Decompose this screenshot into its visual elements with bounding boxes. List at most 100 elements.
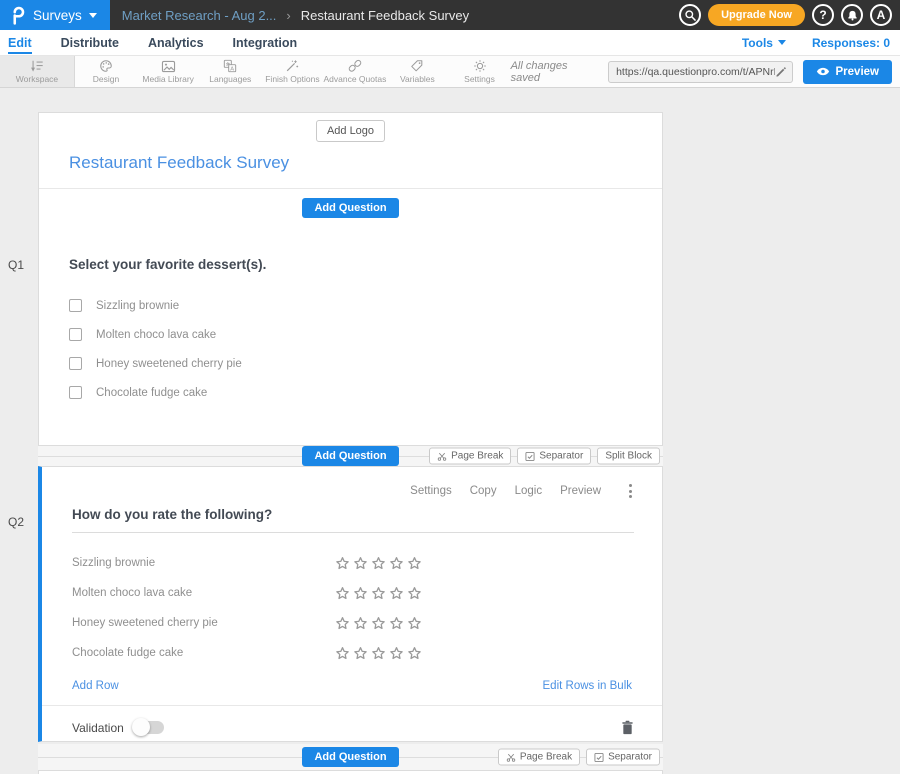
checkbox[interactable]: [69, 328, 82, 341]
star-icon[interactable]: [335, 556, 350, 571]
question-text-q1[interactable]: Select your favorite dessert(s).: [69, 257, 662, 272]
star-icon[interactable]: [335, 646, 350, 661]
survey-url-input[interactable]: [616, 66, 774, 78]
star-icon[interactable]: [371, 556, 386, 571]
toolbar-item-design[interactable]: Design: [75, 56, 137, 87]
star-icon[interactable]: [353, 616, 368, 631]
breadcrumb-folder[interactable]: Market Research - Aug 2...: [122, 8, 277, 23]
tag-icon: [410, 59, 424, 73]
row-label[interactable]: Honey sweetened cherry pie: [72, 617, 335, 629]
star-icon[interactable]: [407, 616, 422, 631]
add-question-button-mid[interactable]: Add Question: [302, 446, 398, 466]
star-icon[interactable]: [353, 586, 368, 601]
row-label[interactable]: Molten choco lava cake: [72, 587, 335, 599]
star-icon[interactable]: [353, 556, 368, 571]
star-icon[interactable]: [389, 646, 404, 661]
rating-row: Sizzling brownie: [42, 548, 662, 578]
surveys-product-menu[interactable]: Surveys: [0, 0, 110, 30]
star-icon[interactable]: [389, 556, 404, 571]
search-icon: [684, 9, 697, 22]
tab-analytics[interactable]: Analytics: [148, 32, 204, 54]
star-icon[interactable]: [335, 586, 350, 601]
star-icon[interactable]: [389, 616, 404, 631]
question-text-q2[interactable]: How do you rate the following?: [72, 507, 634, 533]
toolbar-item-label: Design: [93, 74, 119, 84]
eye-icon: [816, 67, 830, 76]
preview-button[interactable]: Preview: [803, 60, 892, 84]
toolbar-item-label: Settings: [464, 74, 495, 84]
star-icon[interactable]: [389, 586, 404, 601]
checkbox[interactable]: [69, 386, 82, 399]
page-break-button[interactable]: Page Break: [429, 448, 511, 465]
notifications-button[interactable]: [841, 4, 863, 26]
star-icon[interactable]: [407, 586, 422, 601]
validation-toggle[interactable]: [134, 721, 164, 734]
section-nav-right: Tools Responses: 0: [742, 36, 900, 50]
question-copy-button[interactable]: Copy: [470, 485, 497, 497]
split-block-button[interactable]: Split Block: [597, 448, 660, 465]
question-settings-button[interactable]: Settings: [410, 485, 452, 497]
responses-count[interactable]: Responses: 0: [812, 36, 890, 50]
edit-rows-in-bulk-link[interactable]: Edit Rows in Bulk: [543, 680, 632, 692]
question-preview-button[interactable]: Preview: [560, 485, 601, 497]
tab-edit[interactable]: Edit: [8, 32, 32, 54]
toolbar-item-advance-quotas[interactable]: Advance Quotas: [323, 56, 386, 87]
save-status: All changes saved: [511, 60, 598, 84]
upgrade-now-button[interactable]: Upgrade Now: [708, 4, 805, 26]
edit-pencil-icon[interactable]: [775, 66, 787, 78]
delete-question-button[interactable]: [621, 720, 634, 735]
toolbar-item-finish-options[interactable]: Finish Options: [261, 56, 323, 87]
toolbar-item-settings[interactable]: Settings: [448, 56, 510, 87]
toolbar-item-languages[interactable]: A Languages: [199, 56, 261, 87]
add-row-link[interactable]: Add Row: [72, 680, 119, 692]
image-icon: [161, 60, 176, 73]
option-label[interactable]: Honey sweetened cherry pie: [96, 358, 242, 370]
tab-integration[interactable]: Integration: [233, 32, 298, 54]
help-button[interactable]: ?: [812, 4, 834, 26]
trash-icon: [621, 720, 634, 735]
row-actions: Add Row Edit Rows in Bulk: [42, 668, 662, 692]
insert-controls-2: Add Question Page Break Separator: [38, 744, 663, 770]
checkbox[interactable]: [69, 357, 82, 370]
add-logo-button[interactable]: Add Logo: [316, 120, 385, 142]
option-label[interactable]: Chocolate fudge cake: [96, 387, 207, 399]
option-label[interactable]: Sizzling brownie: [96, 300, 179, 312]
toolbar-item-variables[interactable]: Variables: [386, 56, 448, 87]
star-icon[interactable]: [407, 556, 422, 571]
toolbar-right: All changes saved Preview: [511, 56, 900, 87]
add-question-button-bottom[interactable]: Add Question: [302, 747, 398, 767]
survey-title[interactable]: Restaurant Feedback Survey: [39, 142, 662, 188]
search-button[interactable]: [679, 4, 701, 26]
checkbox-check-icon: [594, 752, 604, 762]
section-nav: Edit Distribute Analytics Integration To…: [0, 30, 900, 56]
checkbox[interactable]: [69, 299, 82, 312]
star-icon[interactable]: [371, 646, 386, 661]
page-break-button[interactable]: Page Break: [498, 749, 580, 766]
tools-menu[interactable]: Tools: [742, 36, 786, 50]
separator-button[interactable]: Separator: [586, 749, 660, 766]
question-logic-button[interactable]: Logic: [515, 485, 543, 497]
survey-editor-canvas: Q1 Q2 Add Logo Restaurant Feedback Surve…: [0, 88, 900, 772]
tools-label: Tools: [742, 36, 773, 50]
validation-label: Validation: [72, 721, 124, 735]
question-action-menu: Settings Copy Logic Preview: [42, 467, 662, 500]
option-label[interactable]: Molten choco lava cake: [96, 329, 216, 341]
answer-option: Honey sweetened cherry pie: [69, 349, 662, 378]
separator-button[interactable]: Separator: [517, 448, 591, 465]
toolbar-item-label: Finish Options: [265, 74, 319, 84]
star-icon[interactable]: [353, 646, 368, 661]
star-icon[interactable]: [371, 586, 386, 601]
star-icon[interactable]: [371, 616, 386, 631]
toolbar-item-workspace[interactable]: Workspace: [0, 56, 75, 87]
workspace-icon: [29, 59, 45, 73]
more-options-kebab-icon[interactable]: [625, 482, 636, 500]
star-icon[interactable]: [335, 616, 350, 631]
rating-row: Chocolate fudge cake: [42, 638, 662, 668]
row-label[interactable]: Chocolate fudge cake: [72, 647, 335, 659]
account-avatar[interactable]: A: [870, 4, 892, 26]
toolbar-item-media-library[interactable]: Media Library: [137, 56, 199, 87]
row-label[interactable]: Sizzling brownie: [72, 557, 335, 569]
add-question-button-top[interactable]: Add Question: [302, 198, 398, 218]
tab-distribute[interactable]: Distribute: [61, 32, 119, 54]
star-icon[interactable]: [407, 646, 422, 661]
